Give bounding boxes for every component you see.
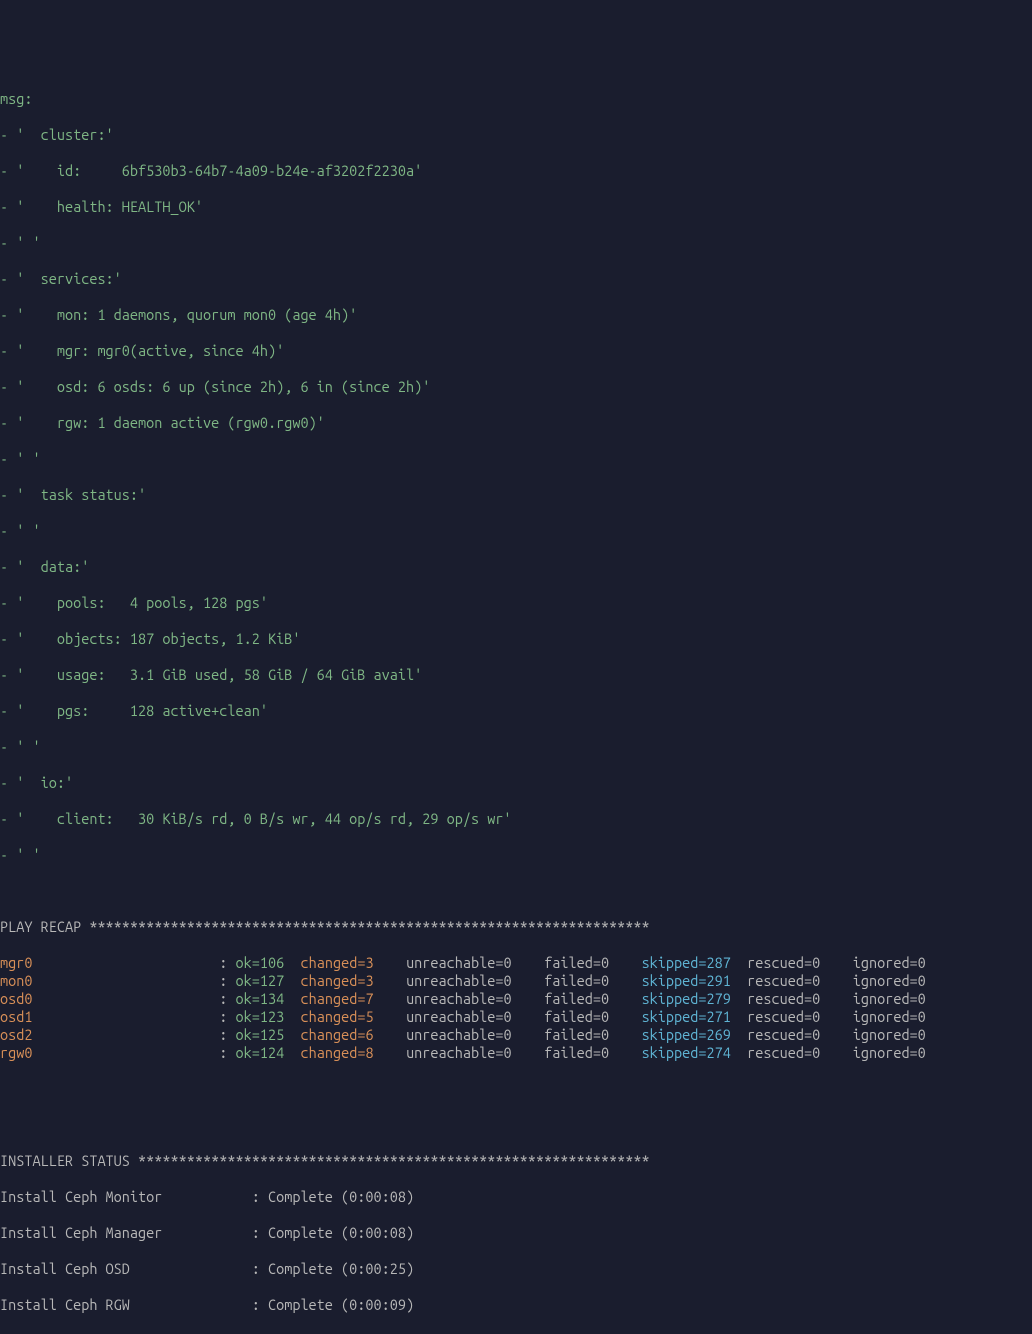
- colon: :: [219, 1026, 235, 1043]
- colon: :: [219, 1008, 235, 1025]
- msg-line: - ' ': [0, 738, 1032, 756]
- colon: :: [219, 954, 235, 971]
- play-recap-header: PLAY RECAP *****************************…: [0, 918, 1032, 936]
- recap-rescued: rescued=0: [747, 972, 820, 989]
- recap-row: osd2 : ok=125 changed=6 unreachable=0 fa…: [0, 1026, 1032, 1044]
- msg-line: - ' ': [0, 846, 1032, 864]
- recap-failed: failed=0: [544, 1008, 609, 1025]
- recap-failed: failed=0: [544, 954, 609, 971]
- msg-line: - ' mon: 1 daemons, quorum mon0 (age 4h)…: [0, 306, 1032, 324]
- recap-row: rgw0 : ok=124 changed=8 unreachable=0 fa…: [0, 1044, 1032, 1062]
- recap-rescued: rescued=0: [747, 1026, 820, 1043]
- recap-changed: changed=3: [300, 972, 373, 989]
- recap-table: mgr0 : ok=106 changed=3 unreachable=0 fa…: [0, 954, 1032, 1062]
- recap-skipped: skipped=279: [642, 990, 731, 1007]
- recap-unreachable: unreachable=0: [406, 954, 512, 971]
- recap-row: osd0 : ok=134 changed=7 unreachable=0 fa…: [0, 990, 1032, 1008]
- recap-unreachable: unreachable=0: [406, 990, 512, 1007]
- recap-skipped: skipped=291: [642, 972, 731, 989]
- recap-host: rgw0: [0, 1044, 219, 1061]
- colon: :: [219, 1044, 235, 1061]
- msg-line: - ' id: 6bf530b3-64b7-4a09-b24e-af3202f2…: [0, 162, 1032, 180]
- recap-skipped: skipped=269: [642, 1026, 731, 1043]
- msg-line: - ' ': [0, 522, 1032, 540]
- recap-failed: failed=0: [544, 990, 609, 1007]
- recap-host: osd2: [0, 1026, 219, 1043]
- recap-unreachable: unreachable=0: [406, 1026, 512, 1043]
- recap-failed: failed=0: [544, 972, 609, 989]
- recap-ignored: ignored=0: [853, 972, 926, 989]
- recap-skipped: skipped=271: [642, 1008, 731, 1025]
- terminal-output: msg: - ' cluster:' - ' id: 6bf530b3-64b7…: [0, 72, 1032, 1332]
- recap-failed: failed=0: [544, 1044, 609, 1061]
- msg-line: - ' ': [0, 234, 1032, 252]
- installer-line: Install Ceph OSD : Complete (0:00:25): [0, 1260, 1032, 1278]
- msg-line: - ' mgr: mgr0(active, since 4h)': [0, 342, 1032, 360]
- recap-ignored: ignored=0: [853, 1026, 926, 1043]
- recap-ok: ok=123: [236, 1008, 285, 1025]
- recap-skipped: skipped=287: [642, 954, 731, 971]
- recap-host: osd0: [0, 990, 219, 1007]
- msg-line: - ' ': [0, 450, 1032, 468]
- installer-status-header: INSTALLER STATUS ***********************…: [0, 1152, 1032, 1170]
- recap-failed: failed=0: [544, 1026, 609, 1043]
- msg-line: - ' pools: 4 pools, 128 pgs': [0, 594, 1032, 612]
- recap-row: mon0 : ok=127 changed=3 unreachable=0 fa…: [0, 972, 1032, 990]
- msg-line: - ' services:': [0, 270, 1032, 288]
- colon: :: [219, 990, 235, 1007]
- msg-label: msg:: [0, 90, 1032, 108]
- recap-unreachable: unreachable=0: [406, 1008, 512, 1025]
- recap-ok: ok=127: [236, 972, 285, 989]
- recap-rescued: rescued=0: [747, 954, 820, 971]
- msg-line: - ' rgw: 1 daemon active (rgw0.rgw0)': [0, 414, 1032, 432]
- msg-line: - ' osd: 6 osds: 6 up (since 2h), 6 in (…: [0, 378, 1032, 396]
- recap-row: osd1 : ok=123 changed=5 unreachable=0 fa…: [0, 1008, 1032, 1026]
- colon: :: [219, 972, 235, 989]
- installer-line: Install Ceph Monitor : Complete (0:00:08…: [0, 1188, 1032, 1206]
- recap-row: mgr0 : ok=106 changed=3 unreachable=0 fa…: [0, 954, 1032, 972]
- recap-host: osd1: [0, 1008, 219, 1025]
- msg-line: - ' health: HEALTH_OK': [0, 198, 1032, 216]
- recap-host: mgr0: [0, 954, 219, 971]
- recap-ignored: ignored=0: [853, 954, 926, 971]
- recap-ignored: ignored=0: [853, 990, 926, 1007]
- msg-line: - ' pgs: 128 active+clean': [0, 702, 1032, 720]
- recap-unreachable: unreachable=0: [406, 1044, 512, 1061]
- recap-rescued: rescued=0: [747, 990, 820, 1007]
- msg-line: - ' data:': [0, 558, 1032, 576]
- msg-line: - ' client: 30 KiB/s rd, 0 B/s wr, 44 op…: [0, 810, 1032, 828]
- recap-ok: ok=124: [236, 1044, 285, 1061]
- recap-host: mon0: [0, 972, 219, 989]
- recap-changed: changed=7: [300, 990, 373, 1007]
- msg-line: - ' io:': [0, 774, 1032, 792]
- recap-skipped: skipped=274: [642, 1044, 731, 1061]
- recap-changed: changed=5: [300, 1008, 373, 1025]
- recap-ignored: ignored=0: [853, 1044, 926, 1061]
- msg-line: - ' objects: 187 objects, 1.2 KiB': [0, 630, 1032, 648]
- installer-line: Install Ceph Manager : Complete (0:00:08…: [0, 1224, 1032, 1242]
- msg-line: - ' cluster:': [0, 126, 1032, 144]
- installer-line: Install Ceph RGW : Complete (0:00:09): [0, 1296, 1032, 1314]
- recap-ok: ok=134: [236, 990, 285, 1007]
- recap-rescued: rescued=0: [747, 1044, 820, 1061]
- msg-line: - ' task status:': [0, 486, 1032, 504]
- recap-changed: changed=3: [300, 954, 373, 971]
- recap-rescued: rescued=0: [747, 1008, 820, 1025]
- recap-ignored: ignored=0: [853, 1008, 926, 1025]
- recap-ok: ok=106: [236, 954, 285, 971]
- recap-unreachable: unreachable=0: [406, 972, 512, 989]
- recap-changed: changed=6: [300, 1026, 373, 1043]
- recap-changed: changed=8: [300, 1044, 373, 1061]
- recap-ok: ok=125: [236, 1026, 285, 1043]
- msg-line: - ' usage: 3.1 GiB used, 58 GiB / 64 GiB…: [0, 666, 1032, 684]
